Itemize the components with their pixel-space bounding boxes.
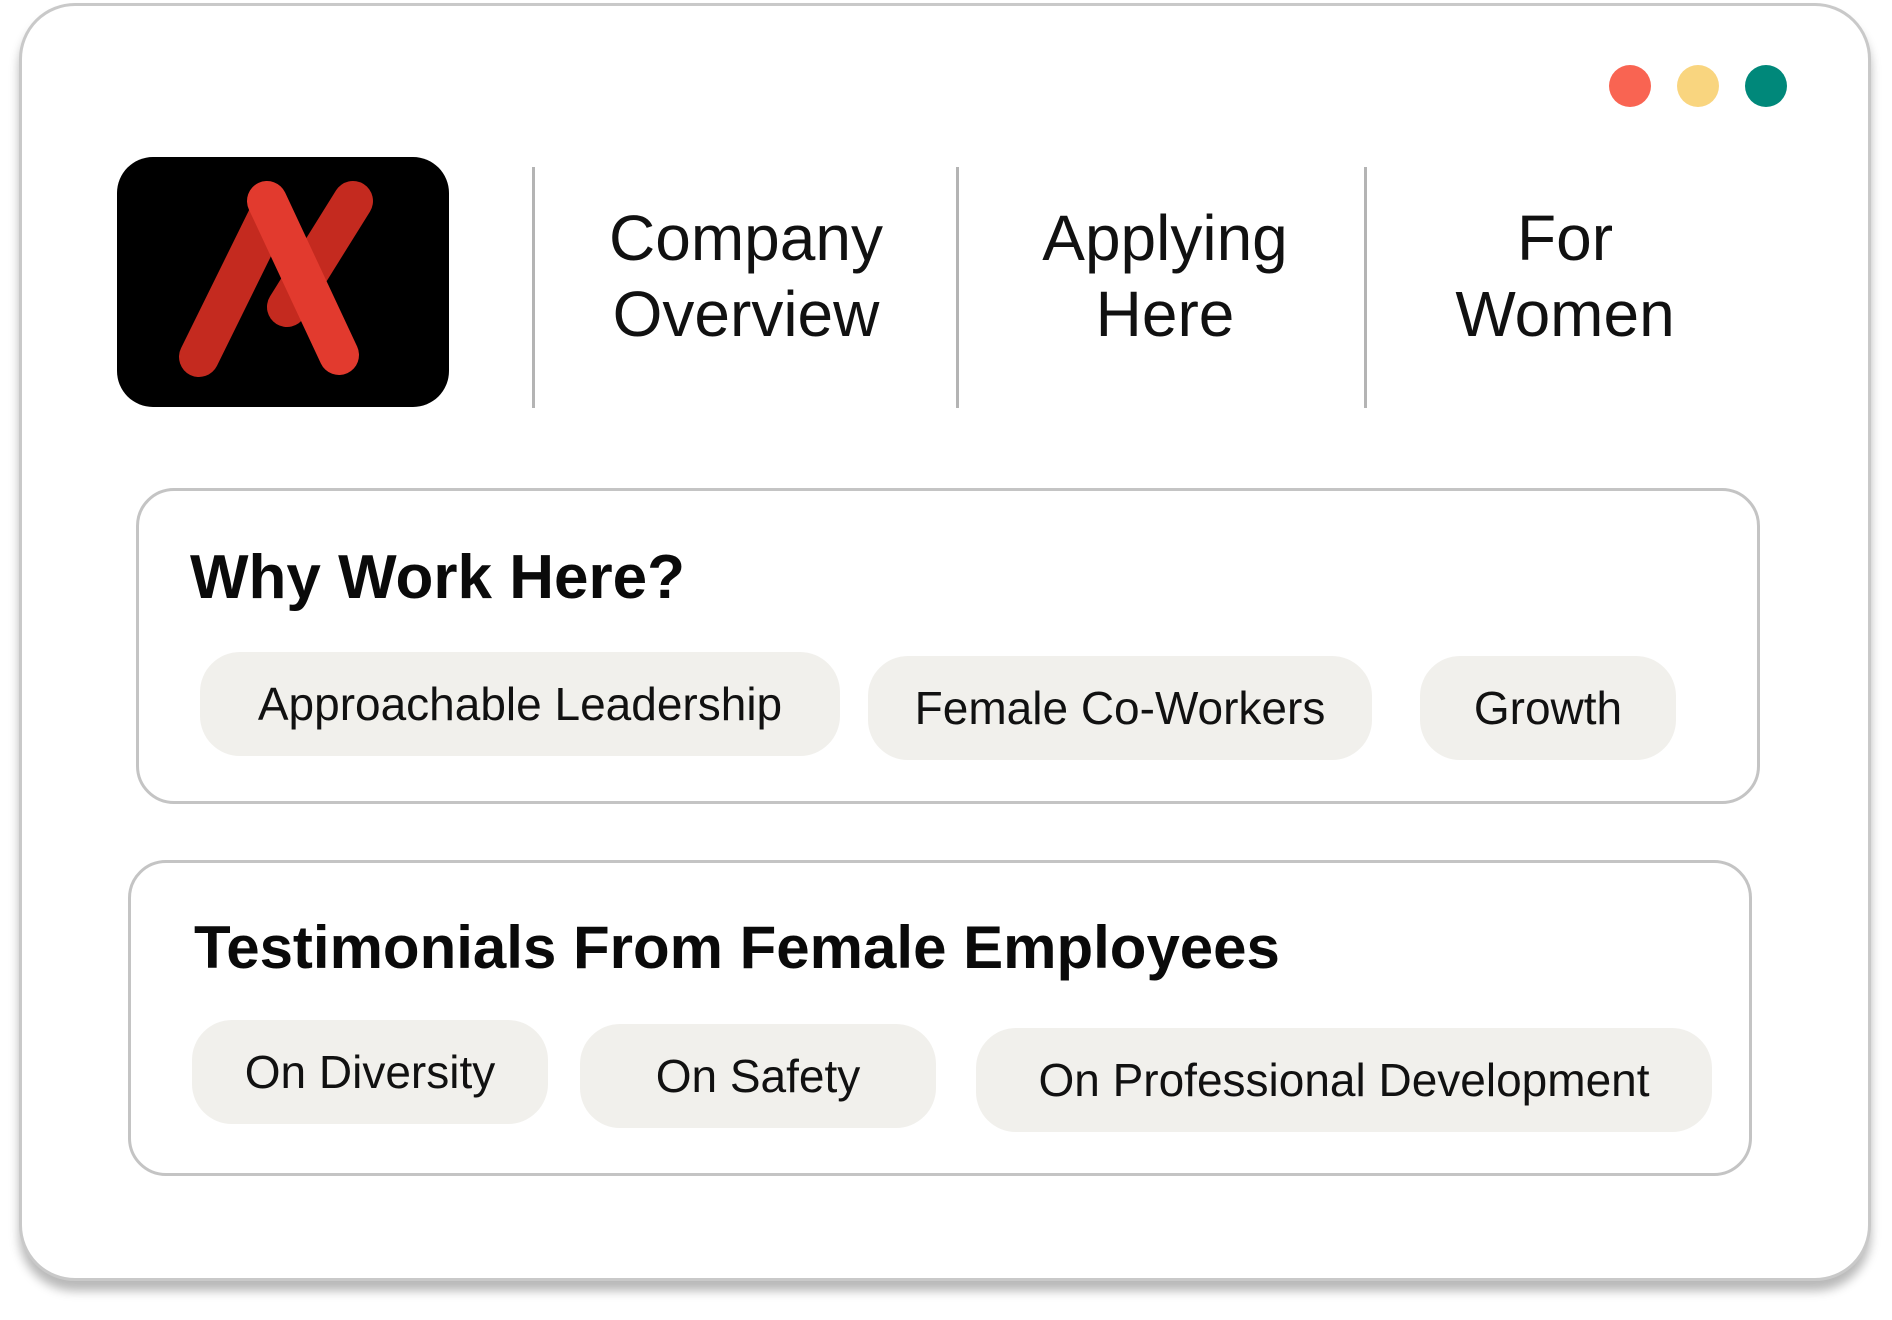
nav-label-line2: Overview [612, 278, 880, 350]
company-logo[interactable] [117, 157, 449, 407]
nav-applying-here[interactable]: Applying Here [980, 200, 1350, 352]
nav-label-line2: Women [1455, 278, 1675, 350]
nav-label-line1: Applying [1042, 202, 1288, 274]
chip-on-safety[interactable]: On Safety [580, 1024, 936, 1128]
maximize-window-button[interactable] [1745, 65, 1787, 107]
minimize-window-button[interactable] [1677, 65, 1719, 107]
nav-divider [956, 167, 959, 408]
chip-growth[interactable]: Growth [1420, 656, 1676, 760]
chip-on-professional-development[interactable]: On Professional Development [976, 1028, 1712, 1132]
chip-on-diversity[interactable]: On Diversity [192, 1020, 548, 1124]
close-window-button[interactable] [1609, 65, 1651, 107]
nav-for-women[interactable]: For Women [1400, 200, 1730, 352]
nav-label-line1: Company [609, 202, 883, 274]
chip-approachable-leadership[interactable]: Approachable Leadership [200, 652, 840, 756]
x-logo-icon [179, 181, 373, 377]
section-title: Testimonials From Female Employees [194, 914, 1280, 981]
nav-company-overview[interactable]: Company Overview [560, 200, 932, 352]
nav-label-line2: Here [1095, 278, 1235, 350]
nav-divider [532, 167, 535, 408]
section-title: Why Work Here? [190, 543, 685, 612]
nav-label-line1: For [1517, 202, 1613, 274]
nav-divider [1364, 167, 1367, 408]
chip-female-co-workers[interactable]: Female Co-Workers [868, 656, 1372, 760]
